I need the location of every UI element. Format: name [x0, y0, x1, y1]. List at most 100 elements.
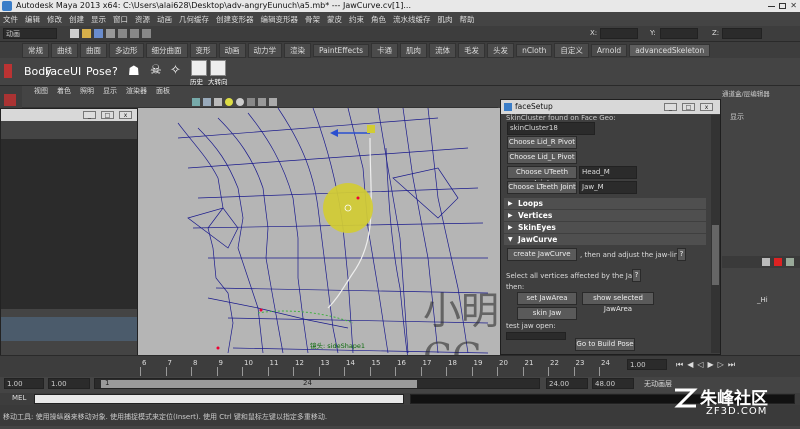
- menu-item[interactable]: 流水线缓存: [393, 14, 431, 25]
- light-icon[interactable]: [225, 98, 233, 106]
- ui-shelf-button[interactable]: UI: [70, 65, 81, 78]
- shelf-tab[interactable]: 细分曲面: [145, 42, 188, 58]
- build-pose-button[interactable]: Go to Build Pose: [575, 338, 635, 351]
- end-time-field[interactable]: 48.00: [592, 378, 634, 389]
- snap-grid-icon[interactable]: [118, 29, 127, 38]
- snap-curve-icon[interactable]: [130, 29, 139, 38]
- minimize-icon[interactable]: [768, 5, 776, 7]
- wireframe-icon[interactable]: [192, 98, 200, 106]
- shelf-tab[interactable]: 动力学: [247, 42, 282, 58]
- shelf-tab[interactable]: Arnold: [590, 43, 628, 57]
- choose-lteeth-button[interactable]: Choose LTeeth Joint: [507, 181, 577, 194]
- new-scene-icon[interactable]: [70, 29, 79, 38]
- menu-item[interactable]: 编辑变形器: [261, 14, 299, 25]
- playback-start-field[interactable]: 1.00: [48, 378, 90, 389]
- range-bar[interactable]: 1 24: [94, 378, 540, 389]
- section-loops[interactable]: ▶ Loops: [504, 198, 706, 209]
- shelf-tab[interactable]: 渲染: [284, 42, 311, 58]
- choose-lid-r-button[interactable]: Choose Lid_R Pivot: [507, 136, 577, 149]
- shelf-tab[interactable]: 头发: [487, 42, 515, 58]
- new-layer-icon[interactable]: [762, 258, 770, 266]
- select-tool-icon[interactable]: [4, 94, 16, 106]
- menu-item[interactable]: 窗口: [113, 14, 128, 25]
- move-arrow-z-icon[interactable]: [330, 129, 338, 137]
- menu-item[interactable]: 几何缓存: [179, 14, 209, 25]
- section-vertices[interactable]: ▶ Vertices: [504, 210, 706, 221]
- texture-icon[interactable]: [214, 98, 222, 106]
- go-start-icon[interactable]: ⏮: [676, 360, 683, 370]
- grid-icon[interactable]: [269, 98, 277, 106]
- shelf-tab[interactable]: 曲面: [80, 42, 107, 58]
- play-back-icon[interactable]: ◁: [697, 360, 703, 370]
- viewport-menu-item[interactable]: 显示: [103, 86, 117, 97]
- menu-item[interactable]: 修改: [47, 14, 62, 25]
- y-coordinate-field[interactable]: [660, 28, 698, 39]
- viewport-menu-item[interactable]: 渲染器: [126, 86, 147, 97]
- shelf-tab[interactable]: 肌肉: [400, 42, 428, 58]
- outliner-close-button[interactable]: x: [119, 111, 132, 119]
- shelf-tab[interactable]: 流体: [429, 42, 457, 58]
- menu-item[interactable]: 编辑: [25, 14, 40, 25]
- skin-jaw-button[interactable]: skin Jaw: [517, 307, 577, 320]
- select-mode-icon[interactable]: [106, 29, 115, 38]
- menu-item[interactable]: 帮助: [460, 14, 475, 25]
- close-icon[interactable]: ✕: [790, 0, 797, 12]
- uteeth-field[interactable]: Head_M: [579, 166, 637, 179]
- snap-point-icon[interactable]: [142, 29, 151, 38]
- current-frame-field[interactable]: 1.00: [627, 359, 667, 370]
- menu-item[interactable]: 约束: [349, 14, 364, 25]
- menu-item[interactable]: 动画: [157, 14, 172, 25]
- menu-item[interactable]: 角色: [371, 14, 386, 25]
- start-time-field[interactable]: 1.00: [4, 378, 44, 389]
- smooth-shade-icon[interactable]: [203, 98, 211, 106]
- outliner-maximize-button[interactable]: □: [101, 111, 114, 119]
- viewport-menu-item[interactable]: 着色: [57, 86, 71, 97]
- jaw-area-help-button[interactable]: ?: [632, 269, 641, 282]
- skeleton-icon[interactable]: ☗: [128, 64, 140, 79]
- menu-item[interactable]: 肌肉: [438, 14, 453, 25]
- shelf-tab[interactable]: 动画: [218, 42, 246, 58]
- shadow-icon[interactable]: [236, 98, 244, 106]
- shelf-tab[interactable]: 自定义: [554, 42, 589, 58]
- face-setup-close-button[interactable]: x: [700, 103, 713, 111]
- set-jaw-area-button[interactable]: set JawArea: [517, 292, 577, 305]
- shelf-menu-icon[interactable]: [4, 64, 12, 78]
- create-jawcurve-button[interactable]: create JawCurve: [507, 248, 577, 261]
- shelf-tab[interactable]: 卡通: [371, 42, 399, 58]
- menu-item[interactable]: 蒙皮: [327, 14, 342, 25]
- shelf-tab[interactable]: nCloth: [516, 43, 553, 57]
- skull-icon[interactable]: ☠: [150, 63, 162, 78]
- viewport-menu-item[interactable]: 照明: [80, 86, 94, 97]
- shelf-tab[interactable]: advancedSkeleton: [629, 43, 711, 57]
- show-jaw-area-button[interactable]: show selected JawArea: [582, 292, 654, 313]
- help-shelf-button[interactable]: ?: [112, 65, 118, 78]
- section-skineyes[interactable]: ▶ SkinEyes: [504, 222, 706, 233]
- face-setup-scroll-thumb[interactable]: [712, 225, 719, 285]
- step-back-icon[interactable]: ◀: [687, 360, 693, 370]
- x-coordinate-field[interactable]: [600, 28, 638, 39]
- xray-icon[interactable]: [258, 98, 266, 106]
- menu-item[interactable]: 骨架: [305, 14, 320, 25]
- big-mirror-icon[interactable]: [210, 60, 226, 76]
- menu-item[interactable]: 创建: [69, 14, 84, 25]
- layer-options-icon[interactable]: [786, 258, 794, 266]
- mel-input[interactable]: [34, 394, 404, 404]
- outliner-minimize-button[interactable]: _: [83, 111, 96, 119]
- shelf-tab[interactable]: 常规: [22, 42, 49, 58]
- history-icon[interactable]: [191, 60, 207, 76]
- shelf-tab[interactable]: 多边形: [109, 42, 144, 58]
- menu-item[interactable]: 创建变形器: [216, 14, 254, 25]
- face-setup-scrollbar[interactable]: [711, 115, 720, 353]
- outliner-selected-row[interactable]: [1, 317, 137, 341]
- skin-cluster-field[interactable]: skinCluster18: [507, 122, 595, 135]
- shelf-tab[interactable]: 曲线: [51, 42, 78, 58]
- menu-set-dropdown[interactable]: 动画: [3, 28, 57, 39]
- step-forward-icon[interactable]: ▷: [718, 360, 724, 370]
- go-end-icon[interactable]: ⏭: [728, 360, 735, 370]
- face-setup-maximize-button[interactable]: □: [682, 103, 695, 111]
- test-jaw-slider[interactable]: [506, 332, 566, 340]
- walk-icon[interactable]: ✧: [170, 63, 181, 78]
- delete-layer-icon[interactable]: [774, 258, 782, 266]
- save-scene-icon[interactable]: [94, 29, 103, 38]
- z-coordinate-field[interactable]: [722, 28, 762, 39]
